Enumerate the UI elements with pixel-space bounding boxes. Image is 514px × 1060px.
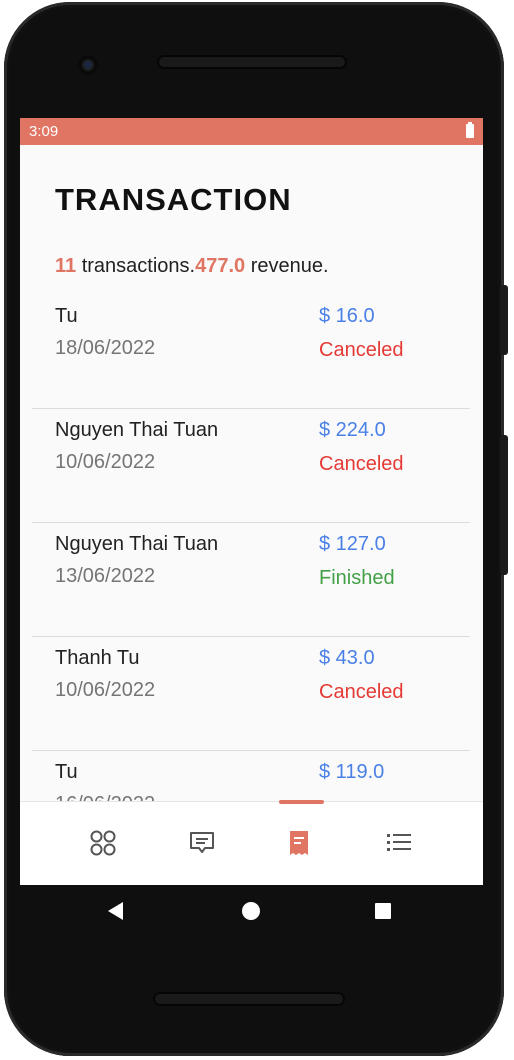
customer-name: Nguyen Thai Tuan	[55, 419, 219, 441]
transaction-amount: $ 16.0	[319, 305, 375, 327]
system-navigation-bar	[20, 885, 483, 937]
bottom-navigation	[20, 800, 483, 885]
transaction-amount: $ 43.0	[319, 647, 375, 669]
transaction-list: Tu 18/06/2022 $ 16.0 Canceled Nguyen Tha…	[32, 295, 470, 801]
volume-button	[500, 435, 508, 575]
list-icon	[387, 834, 411, 851]
back-icon[interactable]	[108, 902, 123, 920]
revenue-label: revenue.	[245, 255, 329, 277]
customer-name: Nguyen Thai Tuan	[55, 533, 219, 555]
front-camera	[78, 55, 98, 75]
phone-frame: 3:09 TRANSACTION 11 transactions.477.0 r…	[0, 0, 514, 1060]
recent-apps-icon[interactable]	[375, 903, 391, 919]
transaction-screen[interactable]: TRANSACTION 11 transactions.477.0 revenu…	[20, 145, 483, 801]
transaction-summary: 11 transactions.477.0 revenue.	[55, 255, 329, 278]
transaction-amount: $ 224.0	[319, 419, 386, 441]
page-title: TRANSACTION	[55, 182, 292, 217]
nav-dashboard[interactable]	[86, 826, 120, 860]
transaction-date: 18/06/2022	[55, 337, 156, 359]
customer-name: Tu	[55, 761, 78, 783]
transaction-status: Finished	[319, 567, 395, 589]
transaction-row[interactable]: Nguyen Thai Tuan 10/06/2022 $ 224.0 Canc…	[32, 409, 470, 523]
transaction-amount: $ 127.0	[319, 533, 386, 555]
grid-icon	[90, 830, 116, 856]
transaction-status: Canceled	[319, 681, 404, 703]
transaction-date: 16/06/2022	[55, 793, 155, 801]
status-time: 3:09	[29, 123, 59, 140]
home-icon[interactable]	[242, 902, 260, 920]
transaction-row[interactable]: Thanh Tu 10/06/2022 $ 43.0 Canceled	[32, 637, 470, 751]
transaction-row[interactable]: Tu 18/06/2022 $ 16.0 Canceled	[32, 295, 470, 409]
active-tab-indicator	[279, 800, 324, 804]
transaction-date: 10/06/2022	[55, 451, 156, 473]
transaction-date: 13/06/2022	[55, 565, 156, 587]
receipt-icon	[290, 831, 308, 855]
app-screen: 3:09 TRANSACTION 11 transactions.477.0 r…	[20, 118, 483, 885]
transaction-row[interactable]: Nguyen Thai Tuan 13/06/2022 $ 127.0 Fini…	[32, 523, 470, 637]
customer-name: Tu	[55, 305, 78, 327]
nav-transactions[interactable]	[282, 826, 316, 860]
transaction-status: Canceled	[319, 339, 404, 361]
power-button	[500, 285, 508, 355]
transaction-amount: $ 119.0	[319, 761, 385, 783]
transaction-count-label: transactions.	[76, 255, 196, 277]
customer-name: Thanh Tu	[55, 647, 140, 669]
nav-messages[interactable]	[185, 826, 219, 860]
status-bar: 3:09	[20, 118, 483, 145]
nav-list[interactable]	[382, 826, 416, 860]
bottom-speaker	[153, 992, 345, 1006]
revenue-total: 477.0	[195, 255, 246, 277]
transaction-status: Canceled	[319, 453, 404, 475]
transaction-date: 10/06/2022	[55, 679, 156, 701]
chat-icon	[190, 832, 214, 853]
transaction-count: 11	[55, 255, 77, 277]
battery-icon	[466, 122, 474, 138]
transaction-row[interactable]: Tu 16/06/2022 $ 119.0	[32, 751, 470, 801]
top-speaker	[157, 55, 347, 69]
